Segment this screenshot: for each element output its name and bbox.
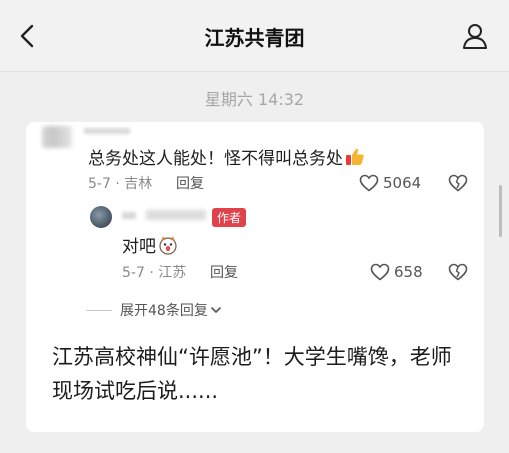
person-icon [463,24,487,49]
blurred-username [146,210,206,220]
chevron-down-icon [211,307,221,313]
blurred-username [84,128,130,134]
thumbs-up-icon [346,148,364,165]
heart-icon [359,174,379,192]
account-title: 江苏共青团 [204,26,305,50]
reply-reply-button[interactable]: 回复 [210,262,238,282]
reply-date-location: 5-7 · 江苏 [122,265,187,281]
reply-text: 对吧 [122,232,178,257]
top-navigation-bar: 江苏共青团 [0,0,509,72]
reply-like-button[interactable]: 658 [370,261,423,283]
reply-dislike-button[interactable] [448,262,468,282]
comment-like-count: 5064 [383,174,422,192]
divider-line [86,309,112,311]
heart-icon [370,263,390,281]
reply-like-count: 658 [394,263,423,281]
comment-date-location: 5-7 · 吉林 [88,176,153,192]
comment-dislike-button[interactable] [448,173,468,193]
blurred-username [122,212,136,219]
profile-button[interactable] [459,20,491,52]
chevron-left-icon [20,24,34,48]
reply-body: 对吧 [122,237,156,257]
reply-avatar [90,206,112,228]
broken-heart-icon [448,263,468,281]
author-badge: 作者 [212,208,247,227]
article-title: 江苏高校神仙“许愿池”！大学生嘴馋，老师现场试吃后说...... [52,345,452,403]
comment-like-button[interactable]: 5064 [359,172,421,194]
expand-replies-label: 展开48条回复 [120,303,208,319]
dog-face-icon [159,236,177,255]
scrollbar[interactable] [499,185,502,237]
comment-text: 总务处这人能处！怪不得叫总务处 [88,144,365,169]
message-timestamp: 星期六 14:32 [204,90,305,109]
broken-heart-icon [448,174,468,192]
back-button[interactable] [12,20,44,52]
expand-replies-button[interactable]: 展开48条回复 [86,300,222,320]
article-link-card[interactable]: 江苏高校神仙“许愿池”！大学生嘴馋，老师现场试吃后说...... [26,318,484,430]
comment-reply-button[interactable]: 回复 [176,173,204,193]
blurred-avatar [42,126,72,148]
comment-body: 总务处这人能处！怪不得叫总务处 [88,149,343,169]
